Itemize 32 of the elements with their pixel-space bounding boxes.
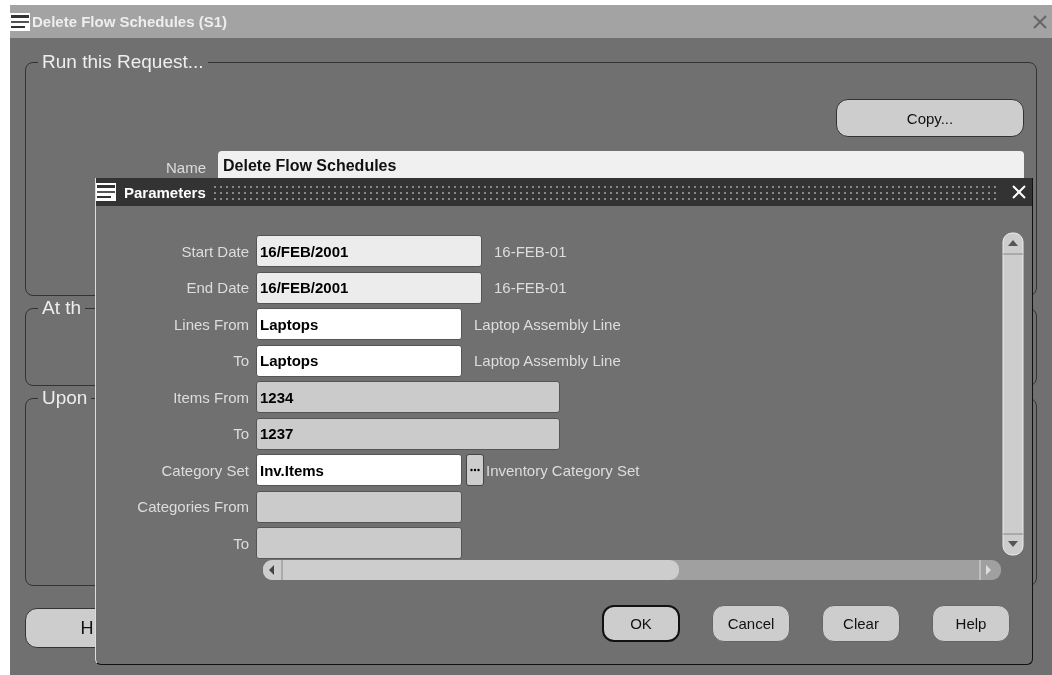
field-description: 16-FEB-01 — [494, 242, 567, 260]
field-description: 16-FEB-01 — [494, 279, 567, 297]
lookup-button[interactable] — [466, 454, 484, 487]
copy-button[interactable]: Copy... — [836, 99, 1024, 137]
field-label: To — [232, 425, 250, 443]
input-field[interactable]: Laptops — [256, 308, 462, 341]
field-label: Name — [166, 159, 206, 176]
field-label: Category Set — [160, 461, 250, 479]
field-label: Categories From — [136, 498, 250, 516]
dialog-title: Parameters — [124, 183, 206, 201]
field-label: To — [232, 352, 250, 370]
dialog-button[interactable]: Help — [932, 605, 1010, 642]
field-description: Laptop Assembly Line — [474, 315, 621, 333]
field-label: End Date — [185, 279, 250, 297]
field-label: Items From — [172, 388, 250, 406]
input-field[interactable]: 16/FEB/2001 — [256, 235, 482, 268]
app-logo-icon — [10, 12, 30, 31]
input-field[interactable]: 16/FEB/2001 — [256, 271, 482, 304]
field-label: To — [232, 534, 250, 552]
input-field[interactable]: Laptops — [256, 344, 462, 377]
ellipsis-icon — [470, 468, 480, 473]
horizontal-scrollbar[interactable] — [262, 559, 1002, 581]
dialog-button[interactable]: Cancel — [712, 605, 790, 642]
vertical-scrollbar[interactable] — [1002, 232, 1024, 556]
field-label: Start Date — [180, 242, 250, 260]
input-field[interactable]: Inv.Items — [256, 454, 462, 487]
field-description: Laptop Assembly Line — [474, 352, 621, 370]
dialog-button[interactable]: OK — [602, 605, 680, 642]
field-label: Lines From — [172, 315, 250, 333]
field-description: Inventory Category Set — [486, 461, 640, 479]
window-title: Delete Flow Schedules (S1) — [32, 13, 229, 30]
dialog-button[interactable]: Clear — [822, 605, 900, 642]
